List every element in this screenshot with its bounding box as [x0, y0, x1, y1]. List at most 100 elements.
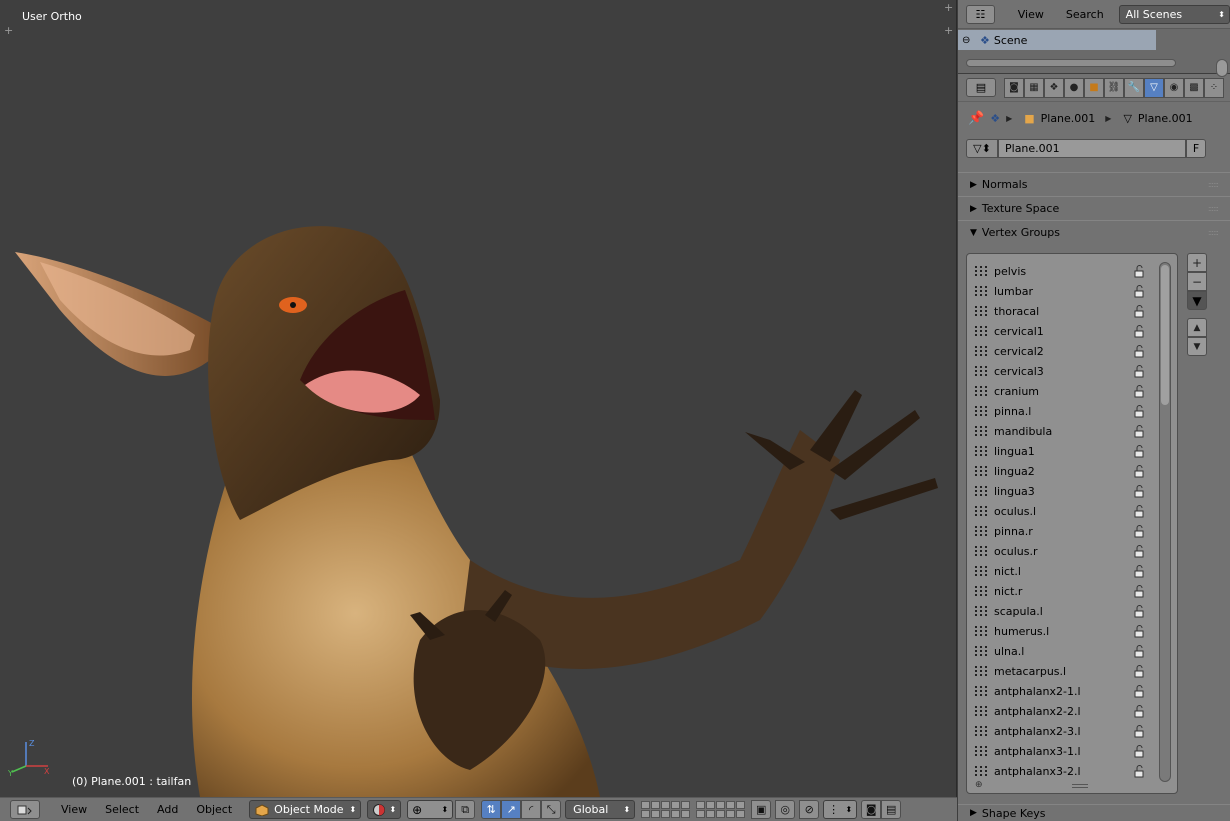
vertex-group-item[interactable]: lingua2 [967, 461, 1177, 481]
vertex-group-item[interactable]: scapula.l [967, 601, 1177, 621]
tab-constraints[interactable]: ⛓ [1104, 77, 1124, 98]
area-split-plus-icon[interactable]: + [944, 25, 953, 36]
snap-element-dropdown[interactable]: ⋮ ⬍ [823, 800, 858, 819]
unlock-icon[interactable] [1132, 764, 1146, 778]
unlock-icon[interactable] [1132, 644, 1146, 658]
fake-user-button[interactable]: F [1186, 138, 1206, 158]
layer-buttons-2[interactable] [696, 801, 746, 818]
move-group-down-button[interactable]: ▼ [1187, 337, 1207, 356]
rotate-manipulator-icon[interactable]: ◜ [521, 800, 542, 819]
unlock-icon[interactable] [1132, 564, 1146, 578]
vertex-group-item[interactable]: antphalanx3-2.l [967, 761, 1177, 781]
unlock-icon[interactable] [1132, 524, 1146, 538]
pin-icon[interactable]: 📌 [968, 111, 984, 126]
vertex-group-item[interactable]: antphalanx3-1.l [967, 741, 1177, 761]
tab-world[interactable]: ● [1064, 77, 1084, 98]
vertex-group-item[interactable]: metacarpus.l [967, 661, 1177, 681]
outliner-display-dropdown[interactable]: All Scenes ⬍ [1118, 4, 1230, 24]
menu-add[interactable]: Add [148, 803, 187, 816]
tab-texture[interactable]: ▩ [1184, 77, 1204, 98]
viewport-shading-dropdown[interactable]: ⬍ [367, 800, 402, 819]
pivot-point-dropdown[interactable]: ⊕ ⬍ [407, 800, 454, 819]
list-filter-icon[interactable]: ⊕ [975, 780, 983, 790]
vertex-group-item[interactable]: pinna.r [967, 521, 1177, 541]
align-icon[interactable]: ⧉ [455, 800, 476, 819]
outliner-menu-view[interactable]: View [1009, 8, 1053, 21]
mesh-browse-button[interactable]: ▽⬍ [966, 138, 998, 158]
unlock-icon[interactable] [1132, 704, 1146, 718]
menu-select[interactable]: Select [96, 803, 148, 816]
list-resize-grip-icon[interactable] [1072, 784, 1088, 788]
unlock-icon[interactable] [1132, 304, 1146, 318]
unlock-icon[interactable] [1132, 484, 1146, 498]
unlock-icon[interactable] [1132, 284, 1146, 298]
unlock-icon[interactable] [1132, 604, 1146, 618]
area-split-plus-icon[interactable]: + [944, 2, 953, 13]
add-vertex-group-button[interactable]: + [1187, 253, 1207, 272]
tab-render-layers[interactable]: ▦ [1024, 77, 1044, 98]
unlock-icon[interactable] [1132, 684, 1146, 698]
vertex-group-item[interactable]: pinna.l [967, 401, 1177, 421]
vertex-group-item[interactable]: lumbar [967, 281, 1177, 301]
unlock-icon[interactable] [1132, 384, 1146, 398]
vertex-group-item[interactable]: ulna.l [967, 641, 1177, 661]
tab-data[interactable]: ▽ [1144, 77, 1164, 98]
layer-buttons[interactable] [641, 801, 691, 818]
tab-material[interactable]: ◉ [1164, 77, 1184, 98]
panel-vertex-groups[interactable]: ▼ Vertex Groups :::::: [958, 220, 1230, 244]
3d-viewport[interactable]: User Ortho + + + Z Y X (0) Plane.001: t… [0, 0, 957, 797]
unlock-icon[interactable] [1132, 544, 1146, 558]
proportional-edit-icon[interactable]: ◎ [775, 800, 796, 819]
outliner-horizontal-scrollbar[interactable] [966, 59, 1176, 67]
vertex-group-item[interactable]: cervical2 [967, 341, 1177, 361]
panel-texture-space[interactable]: ▶ Texture Space :::::: [958, 196, 1230, 220]
vertex-group-item[interactable]: pelvis [967, 261, 1177, 281]
tab-particles[interactable]: ⁘ [1204, 77, 1224, 98]
vertex-group-item[interactable]: oculus.r [967, 541, 1177, 561]
vertex-group-item[interactable]: mandibula [967, 421, 1177, 441]
unlock-icon[interactable] [1132, 624, 1146, 638]
unlock-icon[interactable] [1132, 364, 1146, 378]
tab-render[interactable]: ◙ [1004, 77, 1024, 98]
unlock-icon[interactable] [1132, 504, 1146, 518]
translate-manipulator-icon[interactable]: ↗ [501, 800, 522, 819]
unlock-icon[interactable] [1132, 724, 1146, 738]
drag-handle-icon[interactable]: :::::: [1208, 180, 1219, 189]
properties-editor-type-button[interactable]: ▤ [966, 78, 996, 97]
vertex-group-item[interactable]: lingua3 [967, 481, 1177, 501]
vertex-group-item[interactable]: oculus.l [967, 501, 1177, 521]
vertex-group-item[interactable]: lingua1 [967, 441, 1177, 461]
panel-shape-keys[interactable]: ▶ Shape Keys [958, 804, 1230, 821]
tab-scene[interactable]: ❖ [1044, 77, 1064, 98]
drag-handle-icon[interactable]: :::::: [1208, 228, 1219, 237]
vertex-group-item[interactable]: nict.r [967, 581, 1177, 601]
unlock-icon[interactable] [1132, 344, 1146, 358]
outliner-menu-search[interactable]: Search [1057, 8, 1113, 21]
vertex-group-item[interactable]: cranium [967, 381, 1177, 401]
move-group-up-button[interactable]: ▲ [1187, 318, 1207, 337]
outliner-vertical-scrollbar[interactable] [1216, 59, 1228, 77]
editor-type-button[interactable] [10, 800, 40, 819]
unlock-icon[interactable] [1132, 424, 1146, 438]
unlock-icon[interactable] [1132, 464, 1146, 478]
vertex-group-specials-button[interactable]: ▼ [1187, 291, 1207, 310]
mesh-name-field[interactable]: Plane.001 [998, 138, 1186, 158]
outliner-editor-type-button[interactable]: ☷ [966, 4, 995, 24]
unlock-icon[interactable] [1132, 444, 1146, 458]
panel-normals[interactable]: ▶ Normals :::::: [958, 172, 1230, 196]
remove-vertex-group-button[interactable]: − [1187, 272, 1207, 291]
area-split-plus-icon[interactable]: + [4, 25, 13, 36]
mode-dropdown[interactable]: Object Mode ⬍ [249, 800, 362, 819]
vertex-group-item[interactable]: antphalanx2-3.l [967, 721, 1177, 741]
unlock-icon[interactable] [1132, 664, 1146, 678]
scale-manipulator-icon[interactable]: ⤡ [541, 800, 562, 819]
menu-view[interactable]: View [52, 803, 96, 816]
vertex-group-item[interactable]: cervical1 [967, 321, 1177, 341]
vertex-group-item[interactable]: thoracal [967, 301, 1177, 321]
unlock-icon[interactable] [1132, 584, 1146, 598]
vertex-group-item[interactable]: cervical3 [967, 361, 1177, 381]
drag-handle-icon[interactable]: :::::: [1208, 204, 1219, 213]
vertex-group-item[interactable]: antphalanx2-1.l [967, 681, 1177, 701]
render-camera-icon[interactable]: ◙ [861, 800, 882, 819]
unlock-icon[interactable] [1132, 744, 1146, 758]
